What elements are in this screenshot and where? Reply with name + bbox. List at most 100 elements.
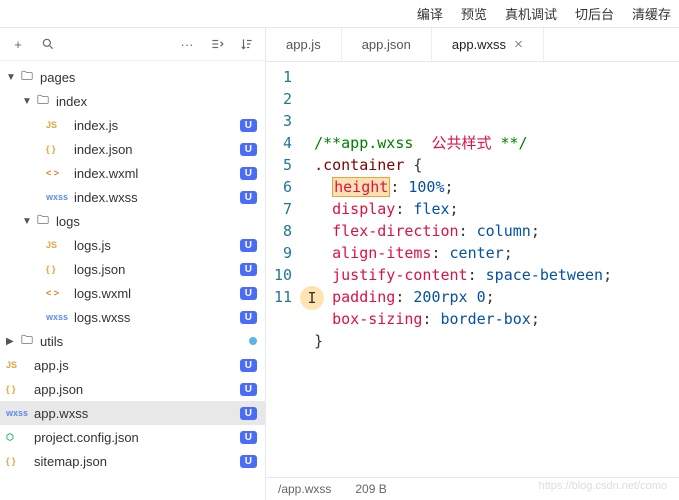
git-status-badge: U (240, 287, 257, 300)
tree-folder[interactable]: ▼pages (0, 65, 265, 89)
code-body[interactable]: I /**app.wxss 公共样式 **/.container { heigh… (306, 62, 620, 477)
git-status-badge: U (240, 263, 257, 276)
code-line: .container { (314, 154, 612, 176)
tree-file[interactable]: JSlogs.jsU (0, 233, 265, 257)
tree-item-label: app.json (34, 382, 240, 397)
top-menu-item[interactable]: 清缓存 (632, 4, 671, 23)
top-menu-item[interactable]: 真机调试 (505, 4, 557, 23)
git-status-badge: U (240, 191, 257, 204)
git-status-badge: U (240, 383, 257, 396)
top-menu-item[interactable]: 切后台 (575, 4, 614, 23)
file-type-icon: wxss (46, 192, 70, 202)
tree-file[interactable]: < > index.wxmlU (0, 161, 265, 185)
status-size: 209 B (355, 482, 386, 496)
tree-item-label: logs.wxss (74, 310, 240, 325)
modified-dot-icon (249, 337, 257, 345)
line-number: 8 (274, 220, 292, 242)
editor-tab[interactable]: app.js (266, 28, 342, 61)
code-line: height: 100%; (314, 176, 612, 198)
code-editor[interactable]: 1234567891011 I /**app.wxss 公共样式 **/.con… (266, 62, 679, 477)
git-status-badge: U (240, 455, 257, 468)
tree-item-label: utils (40, 334, 249, 349)
new-file-button[interactable]: + (8, 34, 28, 54)
chevron-icon: ▼ (6, 72, 20, 83)
chevron-icon: ▼ (22, 96, 36, 107)
sidebar: + ··· ▼pages▼indexJSindex.jsU { } index.js… (0, 28, 266, 500)
tree-file[interactable]: wxss logs.wxssU (0, 305, 265, 329)
more-button[interactable]: ··· (177, 34, 197, 54)
code-line: /**app.wxss 公共样式 **/ (314, 132, 612, 154)
tree-item-label: app.js (34, 358, 240, 373)
search-button[interactable] (38, 34, 58, 54)
code-line: flex-direction: column; (314, 220, 612, 242)
tree-file[interactable]: JS app.jsU (0, 353, 265, 377)
tree-file[interactable]: { }index.jsonU (0, 137, 265, 161)
folder-icon (36, 93, 52, 110)
tree-file[interactable]: { }logs.jsonU (0, 257, 265, 281)
code-line: align-items: center; (314, 242, 612, 264)
tree-item-label: project.config.json (34, 430, 240, 445)
line-number: 6 (274, 176, 292, 198)
chevron-icon: ▶ (6, 336, 20, 347)
status-path: /app.wxss (278, 482, 331, 496)
collapse-icon (210, 37, 224, 51)
top-menu-item[interactable]: 编译 (417, 4, 443, 23)
line-number: 2 (274, 88, 292, 110)
editor-tabs: app.js app.json app.wxss × (266, 28, 679, 62)
editor-pane: app.jsapp.jsonapp.wxss× 1234567891011 I … (266, 28, 679, 500)
collapse-button[interactable] (207, 34, 227, 54)
tree-file[interactable]: < > logs.wxmlU (0, 281, 265, 305)
tree-file[interactable]: wxss index.wxssU (0, 185, 265, 209)
folder-icon (20, 69, 36, 86)
editor-tab[interactable]: app.wxss × (432, 28, 544, 61)
line-gutter: 1234567891011 (266, 62, 306, 477)
tree-folder[interactable]: ▼index (0, 89, 265, 113)
main-area: + ··· ▼pages▼indexJSindex.jsU { } index.js… (0, 28, 679, 500)
tree-item-label: logs.js (74, 238, 240, 253)
tree-file[interactable]: { } app.jsonU (0, 377, 265, 401)
file-type-icon: JS (6, 360, 30, 370)
git-status-badge: U (240, 119, 257, 132)
line-number: 3 (274, 110, 292, 132)
top-menu-item[interactable]: 预览 (461, 4, 487, 23)
line-number: 10 (274, 264, 292, 286)
close-icon[interactable]: × (514, 36, 523, 53)
file-type-icon: { } (46, 264, 70, 274)
tree-file[interactable]: wxssapp.wxssU (0, 401, 265, 425)
tree-item-label: index.wxss (74, 190, 240, 205)
file-type-icon: ⬡ (6, 432, 30, 443)
tab-label: app.wxss (452, 37, 506, 52)
file-type-icon: JS (46, 120, 70, 130)
tree-file[interactable]: { }sitemap.jsonU (0, 449, 265, 473)
git-status-badge: U (240, 239, 257, 252)
search-icon (41, 37, 55, 51)
tree-folder[interactable]: ▶ utils (0, 329, 265, 353)
file-type-icon: { } (6, 384, 30, 394)
tab-label: app.json (362, 37, 411, 52)
line-number: 1 (274, 66, 292, 88)
editor-tab[interactable]: app.json (342, 28, 432, 61)
file-type-icon: wxss (6, 408, 30, 418)
folder-icon (36, 213, 52, 230)
file-type-icon: < > (46, 288, 70, 298)
sort-icon (240, 37, 254, 51)
tree-item-label: logs.wxml (74, 286, 240, 301)
git-status-badge: U (240, 431, 257, 444)
file-type-icon: wxss (46, 312, 70, 322)
tree-folder[interactable]: ▼logs (0, 209, 265, 233)
git-status-badge: U (240, 311, 257, 324)
line-number: 9 (274, 242, 292, 264)
file-type-icon: < > (46, 168, 70, 178)
git-status-badge: U (240, 359, 257, 372)
code-line: display: flex; (314, 198, 612, 220)
line-number: 11 (274, 286, 292, 308)
tree-item-label: index.wxml (74, 166, 240, 181)
tree-file[interactable]: ⬡ project.config.jsonU (0, 425, 265, 449)
tree-file[interactable]: JSindex.jsU (0, 113, 265, 137)
git-status-badge: U (240, 167, 257, 180)
tree-item-label: index.json (74, 142, 240, 157)
file-type-icon: { } (46, 144, 70, 154)
sort-button[interactable] (237, 34, 257, 54)
line-number: 4 (274, 132, 292, 154)
chevron-icon: ▼ (22, 216, 36, 227)
